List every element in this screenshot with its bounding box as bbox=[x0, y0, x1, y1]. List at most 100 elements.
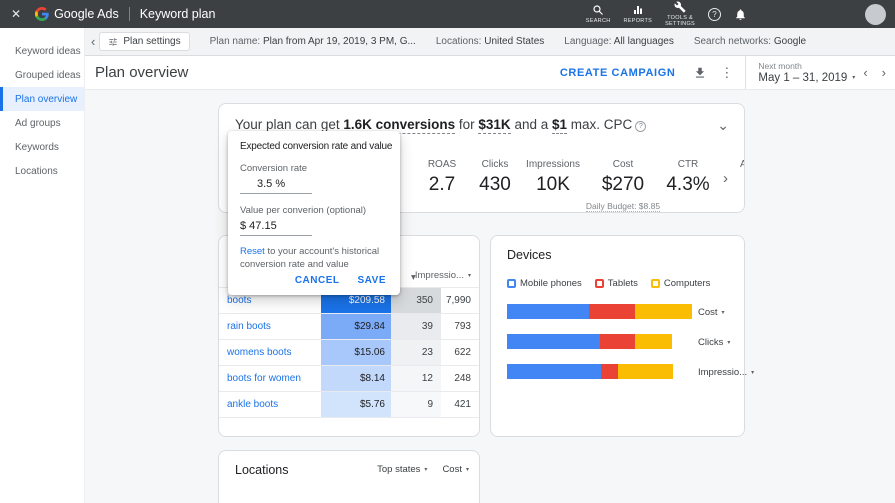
plan-name-value: Plan from Apr 19, 2019, 3 PM, G... bbox=[262, 36, 416, 47]
main-content: Your plan can get 1.6K conversions for $… bbox=[85, 90, 895, 503]
devices-title: Devices bbox=[507, 248, 552, 262]
locations-value: United States bbox=[484, 36, 545, 47]
google-g-icon bbox=[35, 7, 49, 21]
reset-link[interactable]: Reset bbox=[240, 246, 265, 257]
collapse-chevron-icon[interactable]: ‹ bbox=[91, 35, 95, 48]
value-cell: $5.76 bbox=[321, 392, 391, 417]
conversion-rate-input[interactable]: 3.5 % bbox=[240, 175, 312, 194]
bar-segment-tablet bbox=[601, 364, 618, 379]
headline-cost[interactable]: $31K bbox=[478, 117, 511, 134]
tools-settings-label: TOOLS & SETTINGS bbox=[665, 15, 695, 27]
value-cell: $8.14 bbox=[321, 366, 391, 391]
legend-tablets[interactable]: Tablets bbox=[594, 278, 638, 289]
sidebar-item-plan-overview[interactable]: Plan overview bbox=[0, 87, 84, 111]
app-page-title: Keyword plan bbox=[139, 7, 216, 21]
impressions-stacked-bar bbox=[507, 364, 692, 379]
plan-name-field: Plan name: Plan from Apr 19, 2019, 3 PM,… bbox=[210, 36, 416, 47]
collapse-card-chevron-icon[interactable]: ⌄ bbox=[717, 118, 729, 132]
close-icon[interactable]: ✕ bbox=[11, 7, 21, 21]
account-avatar[interactable] bbox=[865, 3, 886, 25]
value-text: $29.84 bbox=[354, 321, 385, 332]
bar-segment-mobile bbox=[507, 304, 590, 319]
caret-down-icon: ▾ bbox=[721, 310, 725, 316]
keyword-link[interactable]: boots for women bbox=[219, 366, 321, 391]
conversion-rate-dialog: Expected conversion rate and value Conve… bbox=[228, 131, 400, 295]
metric-text: 39 bbox=[421, 321, 433, 332]
save-button[interactable]: SAVE bbox=[358, 275, 387, 286]
download-icon bbox=[696, 67, 705, 78]
keyword-link[interactable]: womens boots bbox=[219, 340, 321, 365]
locations-field: Locations: United States bbox=[436, 36, 544, 47]
date-range-selector[interactable]: Next month May 1 – 31, 2019 ▾ bbox=[758, 61, 855, 84]
headline-text: Your plan can get bbox=[235, 117, 344, 132]
plan-settings-button[interactable]: Plan settings bbox=[99, 32, 190, 51]
search-button[interactable]: SEARCH bbox=[586, 4, 611, 24]
table-row: boots for women $8.14 12 248 bbox=[219, 366, 479, 392]
legend-label: Mobile phones bbox=[520, 278, 582, 289]
help-circle-icon[interactable]: ? bbox=[635, 121, 647, 132]
value-cell: $15.06 bbox=[321, 340, 391, 365]
sidebar-item-grouped-ideas[interactable]: Grouped ideas bbox=[0, 63, 84, 87]
table-row: ankle boots $5.76 9 421 bbox=[219, 392, 479, 418]
metric-text: 350 bbox=[416, 295, 433, 306]
help-button[interactable]: ? bbox=[708, 7, 721, 21]
cancel-button[interactable]: CANCEL bbox=[295, 275, 340, 286]
clicks-bar-dropdown[interactable]: Clicks ▾ bbox=[698, 337, 730, 348]
top-app-bar: ✕ Google Ads Keyword plan SEARCH REPORTS… bbox=[0, 0, 895, 28]
impressions-cell: 793 bbox=[454, 321, 471, 332]
headline-text: for bbox=[455, 117, 479, 132]
headline-max-cpc[interactable]: $1 bbox=[551, 117, 568, 134]
bar-label: Cost bbox=[698, 307, 718, 318]
notifications-bell-icon[interactable] bbox=[734, 8, 747, 21]
download-button[interactable] bbox=[693, 66, 707, 80]
prev-period-chevron-icon[interactable]: ‹ bbox=[863, 65, 867, 80]
locations-card: Locations Top states ▾ Cost ▾ bbox=[218, 450, 480, 503]
impressions-cell: 622 bbox=[454, 347, 471, 358]
daily-budget-link[interactable]: Daily Budget: $8.85 bbox=[585, 201, 661, 212]
legend-label: Tablets bbox=[607, 278, 638, 289]
conversion-rate-label: Conversion rate bbox=[240, 163, 308, 174]
legend-computers[interactable]: Computers bbox=[650, 278, 710, 289]
metric-text: 9 bbox=[427, 399, 433, 410]
top-states-label: Top states bbox=[377, 464, 421, 475]
headline-text: and a bbox=[510, 117, 552, 132]
cost-bar-dropdown[interactable]: Cost ▾ bbox=[698, 307, 725, 318]
tools-settings-button[interactable]: TOOLS & SETTINGS bbox=[665, 1, 695, 27]
sidebar-item-locations[interactable]: Locations bbox=[0, 159, 84, 183]
plan-name-label: Plan name: bbox=[209, 36, 261, 47]
next-period-chevron-icon[interactable]: › bbox=[882, 65, 886, 80]
keyword-link[interactable]: ankle boots bbox=[219, 392, 321, 417]
sidebar-item-ad-groups[interactable]: Ad groups bbox=[0, 111, 84, 135]
sidebar-item-keyword-ideas[interactable]: Keyword ideas bbox=[0, 39, 84, 63]
date-caret-icon: ▾ bbox=[852, 75, 856, 81]
impressions-bar-dropdown[interactable]: Impressio... ▾ bbox=[698, 367, 754, 378]
devices-legend: Mobile phones Tablets Computers bbox=[507, 278, 710, 289]
search-networks-field: Search networks: Google bbox=[694, 36, 806, 47]
search-label: SEARCH bbox=[585, 18, 611, 24]
cost-label: Cost bbox=[442, 464, 462, 475]
kebab-menu-icon[interactable]: ⋮ bbox=[720, 65, 733, 81]
caret-down-icon: ▾ bbox=[465, 467, 469, 473]
metric-text: 23 bbox=[421, 347, 433, 358]
reports-icon bbox=[633, 6, 642, 14]
mobile-phone-icon bbox=[507, 279, 516, 288]
caret-down-icon: ▾ bbox=[424, 467, 428, 473]
reports-button[interactable]: REPORTS bbox=[624, 4, 653, 24]
brand-divider bbox=[128, 7, 130, 21]
sidebar-item-keywords[interactable]: Keywords bbox=[0, 135, 84, 159]
scroll-right-chevron-icon[interactable]: › bbox=[723, 170, 728, 187]
bar-label: Impressio... bbox=[698, 367, 748, 378]
page-title: Plan overview bbox=[95, 64, 189, 81]
create-campaign-button[interactable]: CREATE CAMPAIGN bbox=[560, 67, 676, 79]
locations-label: Locations: bbox=[435, 36, 482, 47]
caret-down-icon: ▾ bbox=[727, 340, 731, 346]
bar-segment-computer bbox=[635, 304, 692, 319]
locations-cost-dropdown[interactable]: Cost ▾ bbox=[442, 464, 469, 475]
impressions-column-header[interactable]: Impressio... ▾ bbox=[415, 270, 471, 281]
value-per-conversion-input[interactable]: $ 47.15 bbox=[240, 217, 312, 236]
top-states-dropdown[interactable]: Top states ▾ bbox=[377, 464, 427, 475]
headline-text: max. CPC bbox=[567, 117, 633, 132]
keyword-link[interactable]: rain boots bbox=[219, 314, 321, 339]
legend-mobile-phones[interactable]: Mobile phones bbox=[507, 278, 582, 289]
plan-headline: Your plan can get 1.6K conversions for $… bbox=[219, 104, 744, 134]
